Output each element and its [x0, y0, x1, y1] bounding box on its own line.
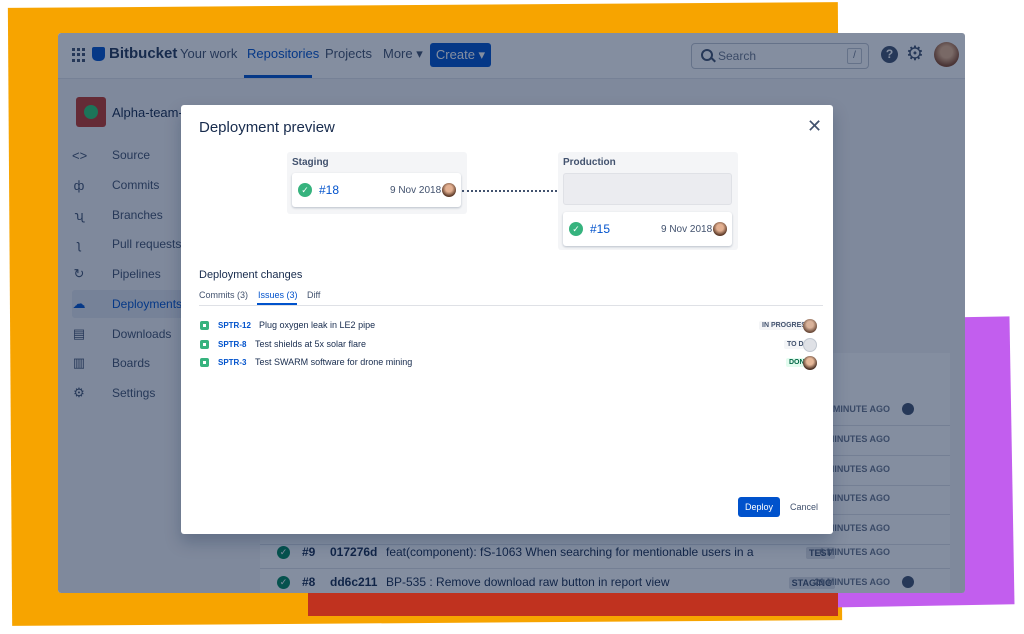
production-deployment-card[interactable]: ✓ #15 9 Nov 2018 — [563, 212, 732, 246]
staging-title: Staging — [292, 157, 329, 168]
background-red-shape — [308, 590, 838, 616]
production-deployment-number[interactable]: #15 — [590, 222, 610, 236]
issue-summary: Plug oxygen leak in LE2 pipe — [259, 320, 376, 330]
avatar — [442, 183, 456, 197]
story-icon — [200, 358, 209, 367]
production-environment: Production ✓ #15 9 Nov 2018 — [558, 152, 738, 250]
staging-deployment-number[interactable]: #18 — [319, 183, 339, 197]
issue-key[interactable]: SPTR-8 — [218, 340, 246, 349]
story-icon — [200, 321, 209, 330]
close-icon[interactable]: ✕ — [807, 117, 822, 135]
avatar — [713, 222, 727, 236]
production-pending-slot — [563, 173, 732, 205]
avatar — [803, 338, 817, 352]
deploy-button[interactable]: Deploy — [738, 497, 780, 517]
staging-environment: Staging ✓ #18 9 Nov 2018 — [287, 152, 467, 214]
issue-summary: Test shields at 5x solar flare — [255, 339, 367, 349]
list-item[interactable]: SPTR-12 Plug oxygen leak in LE2 pipe IN … — [199, 318, 825, 336]
production-title: Production — [563, 157, 616, 168]
story-icon — [200, 340, 209, 349]
issue-key[interactable]: SPTR-12 — [218, 321, 251, 330]
staging-deployment-date: 9 Nov 2018 — [390, 185, 442, 196]
production-deployment-date: 9 Nov 2018 — [661, 224, 713, 235]
avatar — [803, 356, 817, 370]
staging-deployment-card[interactable]: ✓ #18 9 Nov 2018 — [292, 173, 461, 207]
deployment-changes-title: Deployment changes — [199, 269, 303, 281]
success-check-icon: ✓ — [298, 183, 312, 197]
deployment-preview-dialog: Deployment preview ✕ Staging ✓ #18 9 Nov… — [181, 105, 833, 534]
tab-diff[interactable]: Diff — [307, 290, 320, 300]
list-item[interactable]: SPTR-3 Test SWARM software for drone min… — [199, 355, 825, 373]
tab-commits[interactable]: Commits (3) — [199, 290, 248, 300]
list-item[interactable]: SPTR-8 Test shields at 5x solar flare TO… — [199, 337, 825, 355]
success-check-icon: ✓ — [569, 222, 583, 236]
avatar — [803, 319, 817, 333]
tab-issues[interactable]: Issues (3) — [258, 290, 298, 300]
dialog-title: Deployment preview — [199, 119, 335, 136]
issue-key[interactable]: SPTR-3 — [218, 358, 246, 367]
issue-summary: Test SWARM software for drone mining — [255, 357, 413, 367]
cancel-button[interactable]: Cancel — [785, 497, 823, 517]
tab-divider — [199, 305, 823, 306]
